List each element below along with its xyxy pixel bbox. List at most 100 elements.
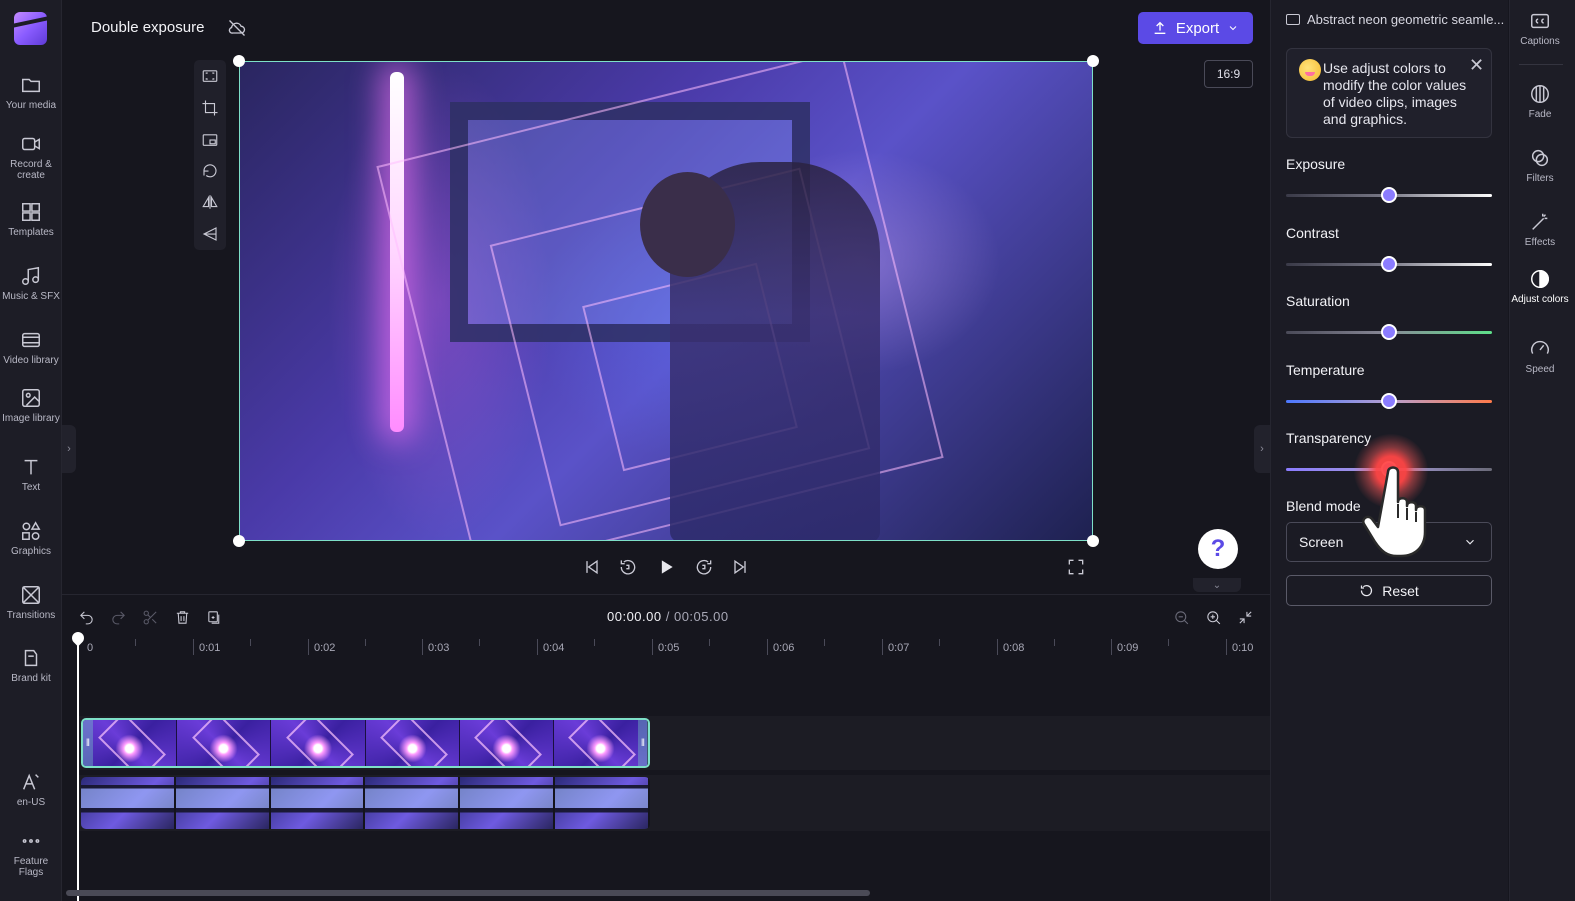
ruler-label: 0:10 (1232, 642, 1254, 654)
temperature-slider-thumb[interactable] (1381, 393, 1397, 409)
tab-adjust-colors[interactable]: Adjust colors (1509, 268, 1571, 305)
tab-filters[interactable]: Filters (1509, 147, 1571, 184)
undo-button[interactable] (76, 607, 96, 627)
nav-label: Templates (8, 227, 54, 238)
ruler-tick (1111, 639, 1112, 655)
zoom-in-button[interactable] (1203, 607, 1223, 627)
expand-left-panel-button[interactable]: › (62, 425, 76, 473)
nav-your-media[interactable]: Your media (0, 74, 62, 111)
collapse-right-panel-button[interactable]: › (1254, 425, 1270, 473)
skip-to-start-button[interactable] (581, 556, 603, 578)
clipchamp-logo-icon[interactable] (14, 12, 47, 45)
resize-handle-bottom-left[interactable] (233, 535, 245, 547)
video-preview[interactable] (239, 61, 1093, 541)
ruler-tick (365, 639, 366, 646)
overlay-clip-neon-geometric[interactable]: ‖ ‖ (81, 718, 650, 768)
ruler-tick (652, 639, 653, 655)
contrast-slider[interactable] (1286, 256, 1492, 272)
reset-button[interactable]: Reset (1286, 575, 1492, 606)
video-clip-studio[interactable] (81, 777, 650, 829)
forward-5s-button[interactable] (693, 556, 715, 578)
exposure-slider-thumb[interactable] (1381, 187, 1397, 203)
ruler-label: 0 (87, 642, 94, 654)
clip-trim-handle-left[interactable]: ‖ (83, 720, 93, 766)
project-title[interactable]: Double exposure (91, 19, 204, 36)
nav-templates[interactable]: Templates (0, 201, 62, 238)
property-tabs-rail (1509, 0, 1575, 901)
split-button[interactable] (140, 607, 160, 627)
film-icon (22, 332, 40, 348)
chevron-right-icon: › (67, 443, 71, 455)
cloud-off-icon[interactable] (227, 18, 247, 38)
skip-to-end-button[interactable] (729, 556, 751, 578)
time-ruler[interactable]: 0 0:01 0:02 0:03 0:04 0:05 0:06 0:07 0:0… (78, 635, 1258, 659)
timeline-horizontal-scrollbar[interactable] (66, 890, 870, 896)
nav-music-sfx[interactable]: Music & SFX (0, 265, 62, 302)
close-tip-button[interactable]: ✕ (1469, 55, 1484, 76)
picture-in-picture-icon (202, 134, 218, 146)
redo-button[interactable] (108, 607, 128, 627)
emoji-icon (1299, 59, 1321, 81)
clip-thumbnail (555, 777, 650, 829)
fullscreen-icon (1068, 559, 1084, 575)
tip-card: Use adjust colors to modify the color va… (1286, 48, 1492, 138)
clip-trim-handle-right[interactable]: ‖ (638, 720, 648, 766)
nav-record-create[interactable]: Record & create (0, 133, 62, 181)
fit-button[interactable] (200, 66, 220, 86)
nav-transitions[interactable]: Transitions (0, 584, 62, 621)
nav-language[interactable]: en-US (0, 771, 62, 808)
temperature-slider[interactable] (1286, 393, 1492, 409)
fit-timeline-button[interactable] (1235, 607, 1255, 627)
delete-button[interactable] (172, 607, 192, 627)
nav-brand-kit[interactable]: Brand kit (0, 647, 62, 684)
flip-vertical-icon (202, 227, 217, 241)
collapse-preview-button[interactable]: ⌄ (1193, 578, 1241, 592)
tab-speed[interactable]: Speed (1509, 338, 1571, 375)
exposure-slider[interactable] (1286, 187, 1492, 203)
ruler-label: 0:08 (1003, 642, 1025, 654)
crop-icon (202, 100, 218, 116)
clip-thumbnail (365, 777, 461, 829)
aspect-ratio-button[interactable]: 16:9 (1204, 60, 1253, 88)
clip-thumbnail (271, 720, 366, 766)
nav-video-library[interactable]: Video library (0, 329, 62, 366)
pip-button[interactable] (200, 130, 220, 150)
fullscreen-button[interactable] (1065, 556, 1087, 578)
shapes-icon (22, 521, 41, 540)
resize-handle-top-left[interactable] (233, 55, 245, 67)
transparency-label: Transparency (1286, 430, 1372, 446)
contrast-slider-thumb[interactable] (1381, 256, 1397, 272)
nav-feature-flags[interactable]: Feature Flags (0, 830, 62, 878)
filters-icon (1531, 149, 1549, 167)
rotate-button[interactable] (200, 161, 220, 181)
nav-graphics[interactable]: Graphics (0, 520, 62, 557)
saturation-slider-thumb[interactable] (1381, 324, 1397, 340)
resize-handle-top-right[interactable] (1087, 55, 1099, 67)
export-button[interactable]: Export (1138, 12, 1253, 44)
close-icon: ✕ (1469, 55, 1485, 75)
tab-effects[interactable]: Effects (1509, 211, 1571, 248)
ruler-label: 0:01 (199, 642, 221, 654)
flip-horizontal-button[interactable] (200, 192, 220, 212)
duplicate-button[interactable] (204, 607, 224, 627)
nav-image-library[interactable]: Image library (0, 387, 62, 424)
transitions-icon (22, 586, 40, 604)
tip-text: Use adjust colors to modify the color va… (1323, 60, 1467, 127)
rotate-icon (203, 164, 217, 178)
ruler-tick (422, 639, 423, 655)
ruler-tick (537, 639, 538, 655)
nav-text[interactable]: Text (0, 456, 62, 493)
tab-captions[interactable]: Captions (1509, 10, 1571, 47)
flip-vertical-button[interactable] (200, 224, 220, 244)
tab-fade[interactable]: Fade (1509, 83, 1571, 120)
ruler-label: 0:03 (428, 642, 450, 654)
resize-handle-bottom-right[interactable] (1087, 535, 1099, 547)
nav-label: Music & SFX (2, 291, 60, 302)
saturation-slider[interactable] (1286, 324, 1492, 340)
help-button[interactable]: ? (1198, 529, 1238, 569)
play-button[interactable] (655, 556, 677, 578)
zoom-out-button[interactable] (1171, 607, 1191, 627)
rewind-5s-button[interactable] (617, 556, 639, 578)
crop-button[interactable] (200, 98, 220, 118)
playhead-line[interactable] (77, 634, 79, 901)
